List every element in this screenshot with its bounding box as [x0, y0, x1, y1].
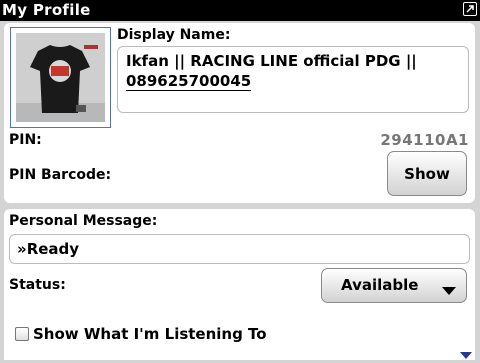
personal-message-value: »Ready	[17, 240, 80, 258]
personal-message-field[interactable]: »Ready	[9, 234, 470, 264]
personal-message-label: Personal Message:	[9, 213, 158, 229]
display-name-field[interactable]: Ikfan || RACING LINE official PDG || 089…	[117, 46, 469, 113]
avatar[interactable]	[10, 27, 111, 128]
pin-label: PIN:	[9, 132, 42, 148]
scroll-down-icon[interactable]	[460, 344, 472, 363]
pin-barcode-label: PIN Barcode:	[9, 167, 112, 183]
profile-photo	[16, 33, 105, 122]
title-bar: My Profile	[0, 0, 480, 21]
display-name-line1: Ikfan || RACING LINE official PDG ||	[126, 52, 417, 70]
display-name-phone-link[interactable]: 089625700045	[126, 73, 252, 91]
listening-checkbox[interactable]	[15, 327, 29, 341]
dropdown-arrow-icon	[442, 281, 456, 299]
status-value: Available	[341, 276, 419, 294]
expand-icon[interactable]	[463, 2, 477, 16]
display-name-label: Display Name:	[117, 27, 231, 43]
status-label: Status:	[9, 277, 66, 293]
show-barcode-button[interactable]: Show	[387, 151, 467, 196]
profile-panel: Display Name: Ikfan || RACING LINE offic…	[4, 23, 475, 203]
window-title: My Profile	[2, 1, 91, 19]
status-panel: Personal Message: »Ready Status: Availab…	[4, 209, 475, 360]
show-button-label: Show	[404, 164, 450, 183]
status-dropdown[interactable]: Available	[321, 268, 467, 303]
listening-checkbox-label: Show What I'm Listening To	[33, 325, 267, 343]
pin-value: 294110A1	[380, 131, 469, 149]
